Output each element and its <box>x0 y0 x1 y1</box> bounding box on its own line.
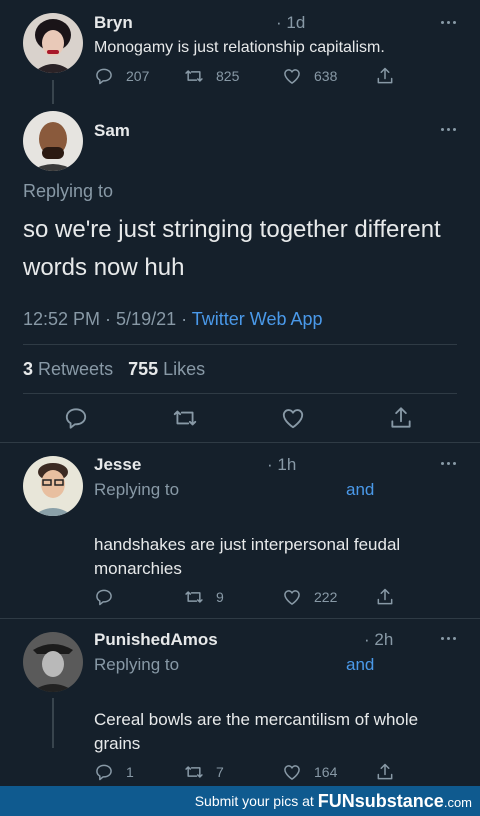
avatar-punishedamos[interactable] <box>23 632 83 692</box>
retweet-icon <box>173 410 197 426</box>
reply-button[interactable] <box>94 587 126 607</box>
like-button[interactable]: 222 <box>282 587 337 607</box>
reply-button[interactable] <box>63 405 89 431</box>
divider <box>0 618 480 619</box>
tweet-text: Monogamy is just relationship capitalism… <box>94 39 385 56</box>
share-icon <box>377 763 393 780</box>
share-button[interactable] <box>375 587 395 607</box>
tweet-timestamp: 12:52 PM · 5/19/21 · Twitter Web App <box>23 309 323 330</box>
share-button[interactable] <box>388 405 414 431</box>
reply-icon <box>96 68 112 85</box>
reply-icon <box>96 764 112 781</box>
retweet-button[interactable]: 9 <box>184 587 224 607</box>
more-icon[interactable] <box>441 637 456 640</box>
retweet-button[interactable]: 7 <box>184 762 224 782</box>
retweet-stat[interactable]: 3 Retweets <box>23 359 113 379</box>
reply-button[interactable]: 1 <box>94 762 134 782</box>
like-icon <box>284 69 300 84</box>
brand-tld: .com <box>443 794 472 810</box>
share-button[interactable] <box>375 66 395 86</box>
retweet-count: 9 <box>216 589 224 605</box>
retweet-count: 825 <box>216 68 240 84</box>
like-count: 638 <box>314 68 338 84</box>
like-count: 222 <box>314 589 338 605</box>
retweet-icon <box>185 591 203 603</box>
share-icon <box>377 588 393 605</box>
avatar-bryn[interactable] <box>23 13 83 73</box>
more-icon[interactable] <box>441 462 456 465</box>
watermark-text: Submit your pics at <box>194 793 314 809</box>
main-tweet-text: so we're just stringing together differe… <box>23 216 441 281</box>
reply-icon <box>65 408 87 429</box>
author-name[interactable]: PunishedAmos <box>94 630 218 650</box>
site-logo: FUNsubstance.com <box>318 791 472 812</box>
retweet-icon <box>185 766 203 778</box>
retweet-button[interactable]: 825 <box>184 66 239 86</box>
brand-fun: FUN <box>317 790 355 811</box>
like-icon <box>284 765 300 780</box>
like-label: Likes <box>163 359 206 379</box>
like-icon <box>284 590 300 605</box>
source-link[interactable]: Twitter Web App <box>192 309 323 329</box>
avatar-sam[interactable] <box>23 111 83 171</box>
retweet-label: Retweets <box>38 359 114 379</box>
tweet-time[interactable]: · 1d <box>276 13 305 33</box>
retweet-total: 3 <box>23 359 34 379</box>
like-count: 164 <box>314 764 338 780</box>
share-button[interactable] <box>375 762 395 782</box>
tweet-time[interactable]: · 2h <box>364 630 393 650</box>
author-name[interactable]: Sam <box>94 121 130 141</box>
thread-line <box>52 80 54 104</box>
reply-count: 207 <box>126 68 150 84</box>
like-total: 755 <box>128 359 159 379</box>
share-icon <box>391 407 411 428</box>
more-icon[interactable] <box>441 128 456 131</box>
replying-to[interactable]: Replying to <box>94 480 179 500</box>
watermark-bar: Submit your pics at FUNsubstance.com <box>0 786 480 816</box>
author-name[interactable]: Bryn <box>94 13 133 33</box>
and-link[interactable]: and <box>346 480 374 500</box>
engagement-stats: 3 Retweets 755 Likes <box>23 359 205 380</box>
share-icon <box>377 67 393 84</box>
avatar-jesse[interactable] <box>23 456 83 516</box>
reply-text: handshakes are just interpersonal feudal… <box>94 535 401 578</box>
reply-count: 1 <box>126 764 134 780</box>
brand-substance: substance <box>354 790 444 811</box>
more-icon[interactable] <box>441 21 456 24</box>
and-link[interactable]: and <box>346 655 374 675</box>
reply-button[interactable]: 207 <box>94 66 149 86</box>
timestamp-text[interactable]: 12:52 PM · 5/19/21 · <box>23 309 192 329</box>
retweet-icon <box>185 70 203 82</box>
like-stat[interactable]: 755 Likes <box>128 359 205 379</box>
like-button[interactable]: 164 <box>282 762 337 782</box>
divider <box>23 344 457 345</box>
tweet-time[interactable]: · 1h <box>267 455 296 475</box>
author-name[interactable]: Jesse <box>94 455 141 475</box>
like-icon <box>282 409 304 429</box>
divider <box>0 442 480 443</box>
replying-to[interactable]: Replying to <box>94 655 179 675</box>
divider <box>23 393 457 394</box>
reply-icon <box>96 589 112 606</box>
like-button[interactable]: 638 <box>282 66 337 86</box>
thread-line <box>52 698 54 748</box>
retweet-button[interactable] <box>172 405 198 431</box>
replying-to[interactable]: Replying to <box>23 181 113 202</box>
like-button[interactable] <box>280 405 306 431</box>
retweet-count: 7 <box>216 764 224 780</box>
reply-text: Cereal bowls are the mercantilism of who… <box>94 710 419 753</box>
